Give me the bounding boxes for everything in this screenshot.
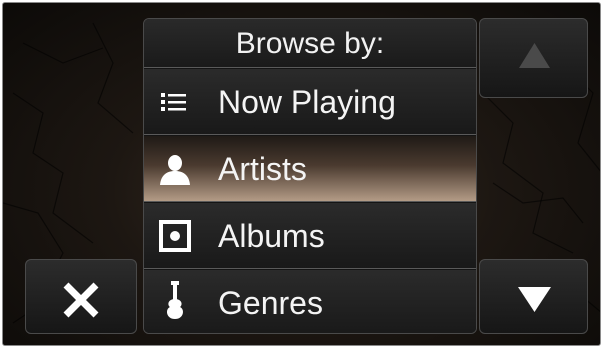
- close-button[interactable]: [25, 259, 137, 334]
- screen: Browse by: Now Playing Artists Albums Ge…: [2, 2, 601, 346]
- menu-item-label: Now Playing: [218, 84, 396, 120]
- browse-menu: Browse by: Now Playing Artists Albums Ge…: [143, 18, 477, 334]
- triangle-down-icon: [518, 287, 551, 312]
- menu-item-label: Artists: [218, 151, 307, 187]
- menu-item-albums[interactable]: Albums: [144, 203, 476, 269]
- album-icon: [159, 220, 191, 252]
- triangle-up-icon: [519, 43, 550, 68]
- menu-item-label: Genres: [218, 285, 323, 321]
- menu-title: Browse by:: [144, 19, 476, 68]
- close-icon: [63, 282, 99, 318]
- menu-item-now-playing[interactable]: Now Playing: [144, 69, 476, 135]
- person-icon: [160, 155, 190, 185]
- guitar-icon: [167, 281, 183, 319]
- menu-item-artists[interactable]: Artists: [144, 136, 476, 202]
- scroll-up-button[interactable]: [479, 18, 588, 98]
- scroll-down-button[interactable]: [479, 259, 588, 334]
- list-icon: [161, 93, 186, 111]
- menu-item-label: Albums: [218, 218, 325, 254]
- menu-item-genres[interactable]: Genres: [144, 270, 476, 333]
